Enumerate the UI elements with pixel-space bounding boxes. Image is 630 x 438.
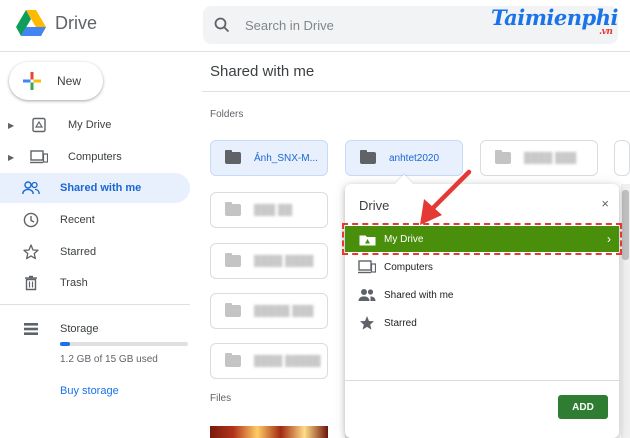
folder-item[interactable]: ████ ███ xyxy=(480,140,598,176)
shared-folder-icon xyxy=(225,253,241,267)
sidebar-item-trash[interactable]: Trash xyxy=(0,268,190,298)
sidebar-item-shared-with-me[interactable]: Shared with me xyxy=(0,173,190,203)
sidebar-item-label: Shared with me xyxy=(60,182,142,194)
computers-icon xyxy=(28,148,50,166)
folder-item[interactable]: anhtet2020 xyxy=(345,140,463,176)
add-button[interactable]: ADD xyxy=(558,395,608,419)
folder-name-blurred: ████ ████ xyxy=(254,255,314,267)
storage-icon xyxy=(20,320,42,338)
new-button[interactable]: New xyxy=(9,62,103,100)
popup-pointer xyxy=(395,174,413,192)
shared-folder-icon xyxy=(225,202,241,216)
dialog-title: Drive xyxy=(359,198,390,213)
sidebar-item-label: My Drive xyxy=(68,119,112,131)
dialog-item-computers[interactable]: Computers xyxy=(345,254,619,280)
shared-icon xyxy=(20,179,42,197)
folder-item[interactable]: ████ █████ xyxy=(210,343,328,379)
folder-name: anhtet2020 xyxy=(389,152,440,164)
dialog-item-my-drive[interactable]: My Drive › xyxy=(342,223,622,255)
sidebar-item-storage[interactable]: Storage xyxy=(0,314,190,344)
header-divider xyxy=(0,51,630,52)
folder-item[interactable]: ███ ██ xyxy=(210,192,328,228)
dialog-item-shared-with-me[interactable]: Shared with me xyxy=(345,282,619,308)
scrollbar-thumb[interactable] xyxy=(622,190,629,260)
star-icon xyxy=(357,315,377,331)
dialog-item-label: Shared with me xyxy=(384,289,454,301)
dialog-item-label: Starred xyxy=(384,317,417,329)
watermark-suffix: .vn xyxy=(599,27,613,37)
folder-name-blurred: ████ █████ xyxy=(254,355,321,367)
page-title: Shared with me xyxy=(210,63,315,80)
sidebar-divider xyxy=(0,304,190,305)
sidebar-item-my-drive[interactable]: ▶ My Drive xyxy=(0,110,190,140)
sidebar-item-recent[interactable]: Recent xyxy=(0,205,190,235)
sidebar-item-label: Computers xyxy=(68,151,122,163)
dialog-item-starred[interactable]: Starred xyxy=(345,310,619,336)
sidebar-item-computers[interactable]: ▶ Computers xyxy=(0,142,190,172)
buy-storage-link[interactable]: Buy storage xyxy=(60,385,119,397)
shared-folder-icon xyxy=(360,150,376,164)
folder-name-blurred: ████ ███ xyxy=(524,152,577,164)
search-icon[interactable] xyxy=(203,17,241,33)
storage-usage-text: 1.2 GB of 15 GB used xyxy=(60,354,158,365)
drive-logo[interactable]: Drive xyxy=(16,10,97,37)
file-thumbnail[interactable] xyxy=(210,426,328,438)
plus-icon xyxy=(13,62,51,100)
folder-item[interactable]: █████ ███ xyxy=(210,293,328,329)
search-input[interactable] xyxy=(245,17,445,33)
watermark-logo: Taimienphi .vn xyxy=(491,5,618,37)
folder-item[interactable]: Ảnh_SNX-M... xyxy=(210,140,328,176)
folder-item[interactable]: ████ ████ xyxy=(210,243,328,279)
app-name: Drive xyxy=(55,13,98,33)
shared-folder-icon xyxy=(225,150,241,164)
expand-caret-icon[interactable]: ▶ xyxy=(8,153,18,162)
shared-folder-icon xyxy=(495,150,511,164)
trash-icon xyxy=(20,274,42,292)
storage-label: Storage xyxy=(60,323,99,335)
star-icon xyxy=(20,243,42,261)
sidebar-item-starred[interactable]: Starred xyxy=(0,237,190,267)
folder-item[interactable] xyxy=(614,140,630,176)
my-drive-folder-icon xyxy=(357,231,377,247)
main-divider xyxy=(202,91,630,92)
sidebar-item-label: Recent xyxy=(60,214,95,226)
my-drive-icon xyxy=(28,116,50,134)
storage-progress-bar xyxy=(60,342,188,346)
close-icon[interactable]: × xyxy=(601,196,609,211)
drive-window: Drive Taimienphi .vn New ▶ My Drive xyxy=(0,0,630,438)
add-to-drive-dialog: Drive × My Drive › Computers Shared with… xyxy=(342,174,622,438)
clock-icon xyxy=(20,211,42,229)
chevron-right-icon[interactable]: › xyxy=(607,232,611,246)
new-button-label: New xyxy=(57,74,82,88)
sidebar-item-label: Starred xyxy=(60,246,97,258)
expand-caret-icon[interactable]: ▶ xyxy=(8,121,18,130)
folder-name-blurred: █████ ███ xyxy=(254,305,314,317)
folders-section-label: Folders xyxy=(210,109,244,120)
files-section-label: Files xyxy=(210,393,232,404)
drive-logo-icon xyxy=(16,10,46,36)
shared-folder-icon xyxy=(225,353,241,367)
dialog-item-label: My Drive xyxy=(384,233,424,245)
folder-name: Ảnh_SNX-M... xyxy=(254,152,318,164)
storage-progress-fill xyxy=(60,342,71,346)
dialog-footer-divider xyxy=(345,380,619,381)
shared-folder-icon xyxy=(225,303,241,317)
folder-name-blurred: ███ ██ xyxy=(254,204,293,216)
computers-icon xyxy=(357,259,377,275)
dialog-item-label: Computers xyxy=(384,261,433,273)
shared-icon xyxy=(357,287,377,303)
sidebar-item-label: Trash xyxy=(60,277,88,289)
